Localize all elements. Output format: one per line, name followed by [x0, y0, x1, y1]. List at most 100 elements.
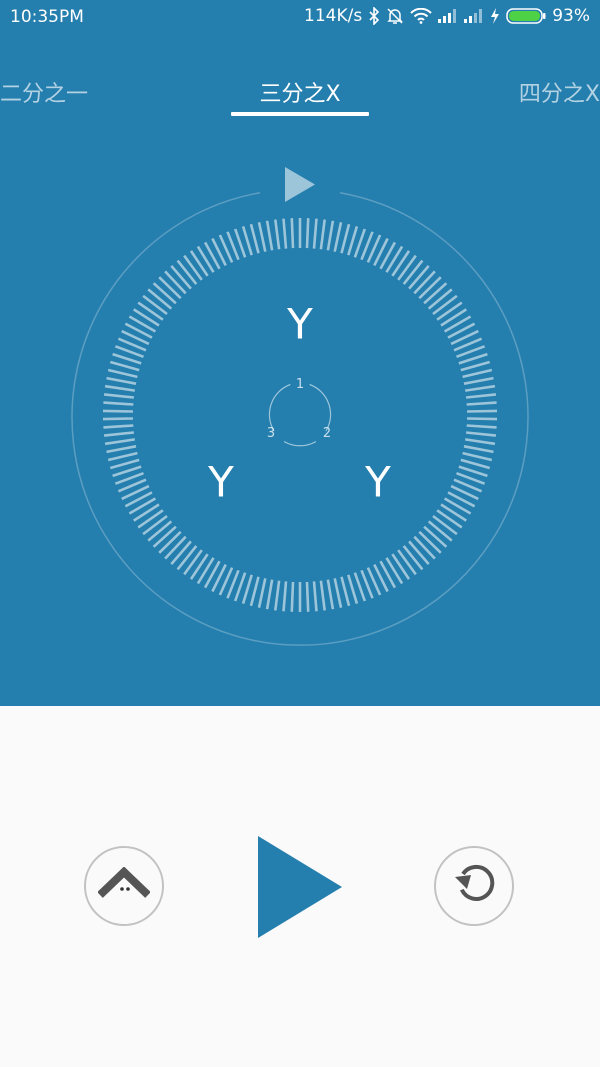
dial-tick: [106, 445, 137, 454]
network-speed: 114K/s: [304, 6, 363, 26]
dial-tick: [460, 360, 491, 372]
dial-tick: [432, 294, 458, 316]
dial-tick: [189, 553, 209, 580]
dial-tick: [462, 451, 493, 462]
beat-label-2[interactable]: Y: [365, 458, 391, 507]
dial-tick: [249, 223, 260, 254]
dial-tick: [241, 226, 253, 256]
dial-tick: [312, 218, 318, 249]
metronome-dial: 1 2 3 Y Y Y: [0, 150, 600, 670]
dial-tick: [312, 581, 318, 612]
dial-tick: [397, 254, 417, 281]
beat-arc: [283, 440, 317, 447]
dial-tick: [463, 445, 494, 454]
dial-tick: [423, 525, 448, 548]
dial-tick: [463, 376, 494, 385]
beat-number-1: 1: [296, 377, 304, 392]
dial-tick: [462, 368, 493, 379]
dial-tick: [432, 514, 458, 536]
dial-tick: [436, 509, 463, 529]
dial-tick: [265, 579, 274, 610]
dial-graphic: 1 2 3: [71, 167, 529, 646]
dial-tick: [440, 308, 467, 327]
dial-tick: [102, 417, 134, 421]
tempo-tick-ring[interactable]: [102, 218, 498, 612]
tab-three-x[interactable]: 三分之X: [259, 76, 340, 108]
dial-tick: [133, 503, 160, 522]
dial-tick: [391, 553, 411, 580]
dial-tick: [265, 220, 274, 251]
charging-icon: [490, 8, 500, 24]
dial-tick: [104, 438, 135, 446]
tab-one-half[interactable]: 二分之一: [0, 76, 88, 108]
dial-tick: [402, 259, 424, 285]
dial-tick: [274, 219, 281, 250]
dial-tick: [183, 549, 203, 576]
dial-tick: [413, 535, 436, 560]
dial-tick: [290, 218, 295, 249]
dial-tick: [408, 540, 430, 565]
wifi-icon: [410, 8, 432, 24]
dial-tick: [333, 578, 343, 608]
dial-tick: [423, 282, 448, 305]
dial-tick: [137, 509, 164, 529]
beat-label-3[interactable]: Y: [208, 458, 234, 507]
play-icon: [258, 836, 344, 942]
tempo-position-marker[interactable]: [285, 167, 315, 202]
dial-tick: [241, 574, 253, 604]
dial-tick: [340, 576, 351, 607]
dial-tick: [466, 401, 497, 406]
signal-icon: [438, 9, 458, 23]
dial-tick: [326, 579, 335, 610]
tab-four-x[interactable]: 四分之X: [519, 76, 600, 108]
beat-number-2: 2: [323, 426, 331, 441]
dial-tick: [347, 226, 359, 256]
dial-tick: [282, 218, 288, 249]
battery-percent: 93%: [552, 6, 590, 26]
up-button[interactable]: [84, 846, 164, 926]
time-signature-tabs: 二分之一 三分之X 四分之X: [0, 70, 600, 120]
reset-button[interactable]: [434, 846, 514, 926]
dial-tick: [290, 581, 295, 612]
dial-tick: [196, 245, 215, 273]
dial-tick: [427, 288, 453, 310]
dial-tick: [107, 451, 138, 462]
chevron-up-icon: [97, 866, 151, 905]
dial-tick: [104, 384, 135, 392]
dial-tick: [418, 530, 442, 554]
bluetooth-icon: [368, 7, 380, 25]
dial-tick: [170, 540, 192, 565]
dial-tick: [347, 574, 359, 604]
dial-tick: [326, 220, 335, 251]
dial-tick: [176, 545, 198, 571]
dial-tick: [460, 458, 491, 470]
dial-tick: [147, 520, 173, 542]
dial-tick: [106, 376, 137, 385]
reset-icon: [449, 859, 499, 913]
battery-icon: [506, 8, 546, 24]
dial-tick: [158, 530, 182, 554]
dial-tick: [319, 580, 326, 611]
outer-ring: [71, 191, 529, 646]
status-bar: 10:35PM 114K/s 93%: [0, 0, 600, 36]
dial-tick: [413, 270, 436, 295]
beat-label-1[interactable]: Y: [287, 300, 313, 349]
dial-tick: [147, 288, 173, 310]
dial-tick: [249, 576, 260, 607]
dial-tick: [152, 525, 177, 548]
dial-tick: [465, 393, 497, 399]
dial-tick: [466, 409, 498, 413]
dial-tick: [103, 424, 134, 429]
dial-tick: [465, 438, 496, 446]
dial-tick: [397, 549, 417, 576]
alarm-off-icon: [386, 7, 404, 25]
dial-tick: [466, 424, 497, 429]
dial-tick: [103, 401, 134, 406]
dial-tick: [408, 265, 430, 290]
play-button[interactable]: [258, 836, 344, 938]
dial-tick: [385, 557, 404, 585]
dial-tick: [319, 219, 326, 250]
dial-tick: [183, 254, 203, 281]
dial-tick: [340, 223, 351, 254]
beat-arc: [309, 383, 332, 432]
